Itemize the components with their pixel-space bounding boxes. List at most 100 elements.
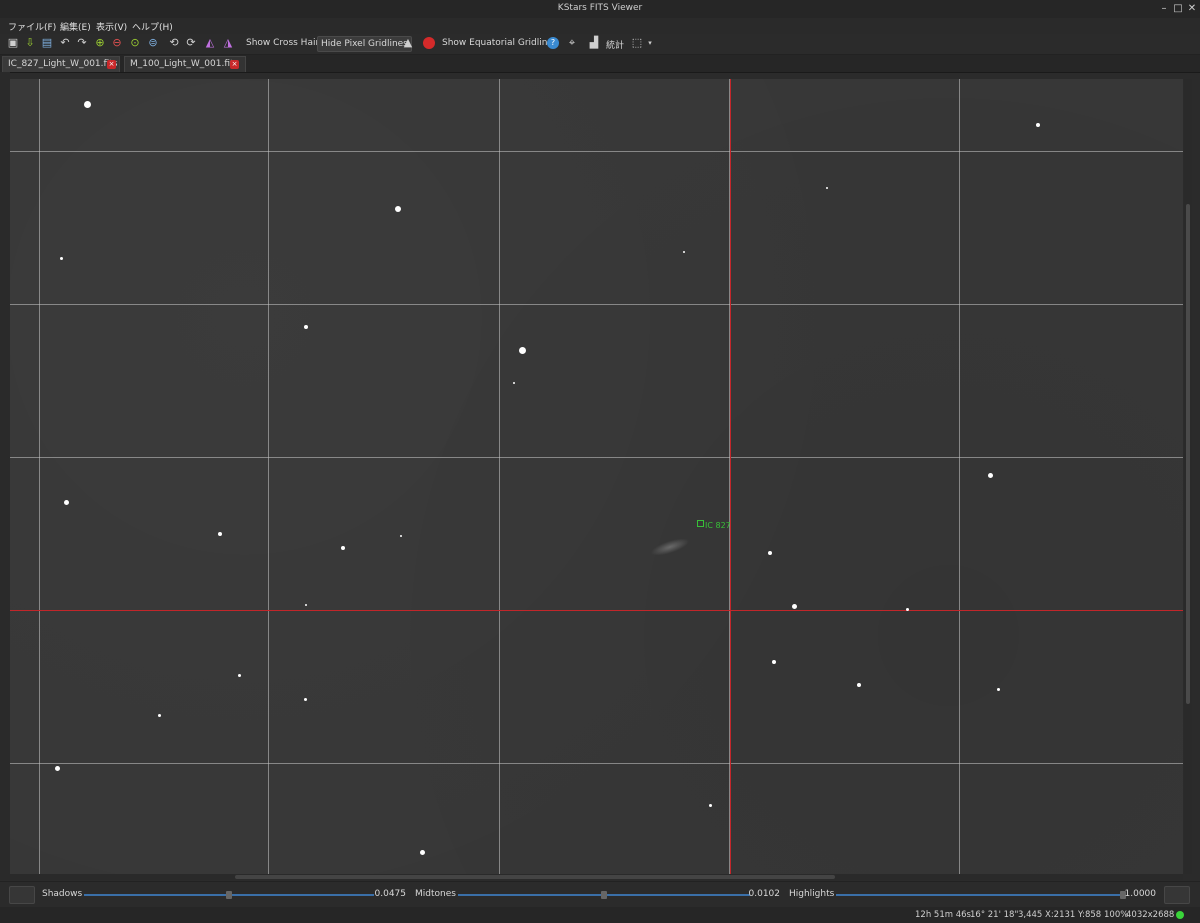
star <box>341 546 345 550</box>
highlights-label: Highlights <box>789 889 835 899</box>
zoom-default-icon[interactable]: ⊙ <box>128 36 142 50</box>
tab-close-icon[interactable]: × <box>230 60 239 69</box>
gridline-vertical <box>39 79 40 874</box>
zoom-out-icon[interactable]: ⊖ <box>110 36 124 50</box>
tab-m100[interactable]: M_100_Light_W_001.fits × <box>124 56 246 72</box>
tab-bar: IC_827_Light_W_001.fits × M_100_Light_W_… <box>0 55 1200 73</box>
status-ra: 12h 51m 46s <box>915 910 971 920</box>
midtones-value[interactable]: 0.0102 <box>724 889 781 899</box>
highlights-slider[interactable] <box>836 891 1126 899</box>
status-dimensions: 4032x2688 <box>1126 910 1175 920</box>
shadows-value[interactable]: 0.0475 <box>350 889 407 899</box>
tab-ic827[interactable]: IC_827_Light_W_001.fits × <box>2 56 120 72</box>
midtones-label: Midtones <box>415 889 456 899</box>
status-zoom: 100% <box>1104 910 1129 920</box>
status-dec: 16° 21' 18" <box>970 910 1019 920</box>
stretch-bar: Shadows 0.0475 Midtones 0.0102 Highlight… <box>0 881 1200 907</box>
header-icon[interactable]: ▤ <box>40 36 54 50</box>
menu-help[interactable]: ヘルプ(H) <box>132 20 173 33</box>
shadows-slider-handle[interactable] <box>226 891 232 899</box>
selection-icon[interactable]: ⬚ <box>630 36 644 50</box>
menu-edit[interactable]: 編集(E) <box>60 20 91 33</box>
star <box>1036 123 1040 127</box>
star <box>709 804 712 807</box>
star <box>400 535 402 537</box>
zoom-fit-icon[interactable]: ⊜ <box>146 36 160 50</box>
star <box>55 766 60 771</box>
fits-image-view[interactable]: IC 827 <box>10 79 1183 874</box>
shadows-slider[interactable] <box>84 891 374 899</box>
star <box>84 101 91 108</box>
redo-icon[interactable]: ↷ <box>75 36 89 50</box>
highlights-value[interactable]: 1.0000 <box>1100 889 1157 899</box>
object-marker[interactable] <box>697 520 704 527</box>
status-xy: X:2131 Y:858 <box>1045 910 1102 920</box>
star <box>304 325 308 329</box>
flip-vertical-icon[interactable]: ◮ <box>221 36 235 50</box>
toolbar: ▣ ⇩ ▤ ↶ ↷ ⊕ ⊖ ⊙ ⊜ ⟲ ⟳ ◭ ◮ Show Cross Hai… <box>0 34 1200 55</box>
midtones-slider-handle[interactable] <box>601 891 607 899</box>
status-pixel-value: 3,445 <box>1018 910 1043 920</box>
star <box>772 660 776 664</box>
menu-view[interactable]: 表示(V) <box>96 20 127 33</box>
status-bar: 12h 51m 46s 16° 21' 18" 3,445 X:2131 Y:8… <box>0 907 1200 923</box>
gridline-horizontal <box>10 304 1183 305</box>
star <box>420 850 425 855</box>
rotate-left-icon[interactable]: ⟲ <box>167 36 181 50</box>
star <box>305 604 307 606</box>
tab-close-icon[interactable]: × <box>107 60 116 69</box>
gridline-horizontal <box>10 457 1183 458</box>
mark-stars-icon[interactable]: ▲ <box>401 36 415 50</box>
star <box>683 251 685 253</box>
red-dot-icon[interactable] <box>422 36 436 50</box>
undo-icon[interactable]: ↶ <box>58 36 72 50</box>
object-label: IC 827 <box>705 521 731 530</box>
vertical-scrollbar[interactable] <box>1184 79 1192 874</box>
star <box>158 714 161 717</box>
horizontal-scrollbar[interactable] <box>10 874 1183 880</box>
star <box>395 206 401 212</box>
menu-file[interactable]: ファイル(F) <box>8 20 56 33</box>
star <box>238 674 241 677</box>
rotate-right-icon[interactable]: ⟳ <box>184 36 198 50</box>
left-border <box>0 72 10 880</box>
gridline-vertical <box>268 79 269 874</box>
crosshair-target-icon[interactable]: ⌖ <box>565 36 579 50</box>
show-cross-hairs-button[interactable]: Show Cross Hairs <box>246 38 324 48</box>
gridline-horizontal <box>10 151 1183 152</box>
crosshair-vertical <box>730 79 731 874</box>
star <box>997 688 1000 691</box>
save-icon[interactable]: ⇩ <box>23 36 37 50</box>
star <box>60 257 63 260</box>
star <box>768 551 772 555</box>
copy-icon[interactable]: ▣ <box>6 36 20 50</box>
scroll-thumb[interactable] <box>1186 204 1190 704</box>
star <box>826 187 828 189</box>
statistics-button[interactable]: 統計 <box>606 38 624 51</box>
gridline-vertical <box>959 79 960 874</box>
star <box>519 347 526 354</box>
star <box>64 500 69 505</box>
minimize-icon[interactable]: – <box>1158 2 1170 15</box>
close-icon[interactable]: ✕ <box>1186 2 1198 15</box>
dropdown-arrow-icon[interactable]: ▾ <box>643 36 657 50</box>
stretch-toggle-button[interactable] <box>9 886 35 904</box>
hide-pixel-gridlines-button[interactable]: Hide Pixel Gridlines <box>317 36 412 52</box>
gridline-horizontal <box>10 763 1183 764</box>
gridline-vertical <box>499 79 500 874</box>
show-equatorial-gridlines-button[interactable]: Show Equatorial Gridlines <box>442 38 558 48</box>
star <box>792 604 797 609</box>
window-title: KStars FITS Viewer <box>557 3 643 13</box>
galaxy-ic827 <box>649 535 691 559</box>
auto-stretch-button[interactable] <box>1164 886 1190 904</box>
star <box>988 473 993 478</box>
objects-icon[interactable]: ? <box>546 36 560 50</box>
histogram-icon[interactable]: ▟ <box>587 36 601 50</box>
flip-horizontal-icon[interactable]: ◭ <box>203 36 217 50</box>
scroll-thumb[interactable] <box>235 875 835 879</box>
midtones-slider[interactable] <box>458 891 750 899</box>
maximize-icon[interactable]: □ <box>1172 2 1184 15</box>
tab-label: M_100_Light_W_001.fits <box>130 59 239 69</box>
star <box>304 698 307 701</box>
zoom-in-icon[interactable]: ⊕ <box>93 36 107 50</box>
